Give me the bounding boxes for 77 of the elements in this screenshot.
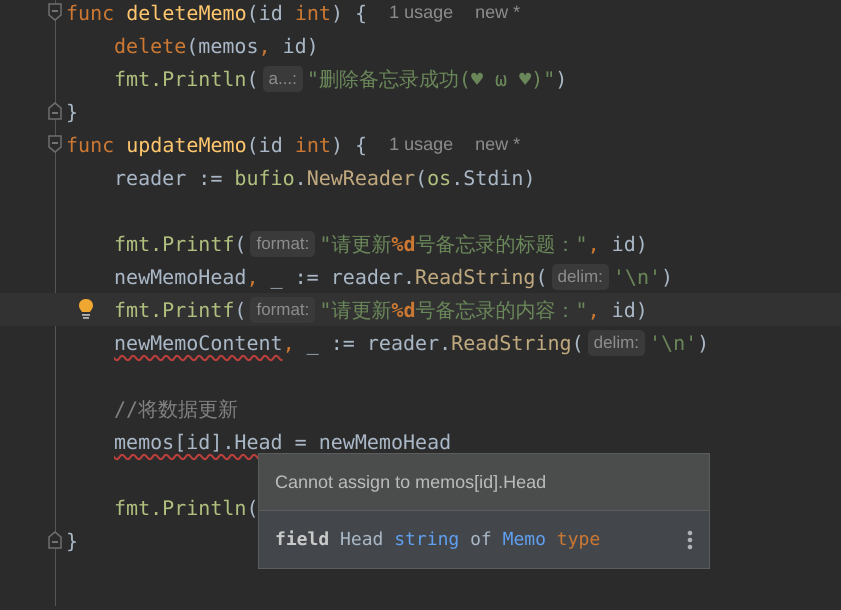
code-token: (id — [246, 132, 284, 158]
fold-icon[interactable] — [48, 135, 62, 153]
code-token: func — [66, 0, 116, 26]
code-token: ( — [234, 230, 246, 258]
code-token: '\n' — [612, 264, 662, 290]
code-token: reader := — [114, 164, 224, 192]
code-token: id) — [282, 32, 319, 60]
code-token: deleteMemo — [126, 0, 247, 26]
code-token: ) — [661, 264, 674, 290]
code-token: int — [294, 132, 331, 158]
inlay-hint: 1 usage — [389, 133, 454, 156]
parameter-hint: a...: — [262, 66, 303, 92]
code-token: NewReader — [306, 164, 416, 192]
code-token: .Stdin) — [451, 164, 536, 192]
code-token: , — [282, 330, 295, 356]
parameter-hint: format: — [250, 230, 316, 256]
code-token: 号备忘录的标题：" — [416, 230, 588, 258]
parameter-hint: delim: — [588, 330, 645, 356]
code-token: ReadString — [451, 330, 572, 356]
code-token: int — [294, 0, 331, 26]
code-token: , — [588, 230, 600, 258]
code-token: ReadString — [415, 264, 536, 290]
code-token: newMemoHead — [114, 264, 246, 290]
code-token: delete — [114, 32, 186, 60]
error-code-token: newMemoContent — [114, 330, 283, 356]
code-token: ) — [697, 330, 710, 356]
inlay-hint: 1 usage — [389, 1, 454, 24]
tooltip-title: Cannot assign to memos[id].Head — [259, 454, 709, 511]
code-token: "请更新 — [319, 230, 392, 258]
code-token: (id — [246, 0, 284, 26]
lightbulb-icon[interactable] — [78, 298, 94, 320]
code-token: id) — [610, 296, 648, 324]
code-token: ) { — [330, 132, 368, 158]
code-token: 号备忘录的内容：" — [416, 296, 588, 324]
error-code-token: memos[id].Head — [114, 428, 283, 456]
code-token: , — [258, 32, 271, 60]
code-token: ( — [535, 264, 548, 290]
code-token: fmt.Printf — [114, 296, 234, 324]
code-token: , — [246, 264, 258, 290]
code-token: _ := reader. — [270, 264, 416, 291]
code-token: _ := reader. — [306, 330, 452, 357]
code-token: } — [66, 528, 78, 554]
code-token: } — [66, 98, 78, 126]
code-token: id) — [610, 230, 648, 258]
code-token: "请更新 — [319, 296, 392, 324]
code-token: ) — [555, 66, 568, 92]
code-token: updateMemo — [126, 132, 247, 158]
code-token: func — [66, 132, 116, 158]
code-token: = newMemoHead — [294, 428, 452, 456]
code-token: ( — [246, 66, 258, 92]
fold-icon[interactable] — [48, 102, 62, 120]
code-token: "删除备忘录成功(♥ ω ♥)" — [306, 66, 556, 92]
tooltip-detail: field Head string of Memo type — [275, 528, 600, 552]
code-token: . — [294, 164, 307, 192]
parameter-hint: delim: — [552, 264, 609, 290]
code-token: %d — [391, 230, 416, 258]
code-token: fmt.Println — [114, 66, 246, 92]
more-options-icon[interactable] — [687, 530, 693, 550]
code-token: fmt.Printf — [114, 230, 234, 258]
code-token: //将数据更新 — [114, 396, 238, 422]
code-token: %d — [391, 296, 416, 324]
parameter-hint: format: — [250, 296, 316, 322]
inlay-hint: new * — [475, 1, 520, 24]
code-token: bufio — [234, 164, 295, 192]
code-token: ( — [415, 164, 428, 192]
inlay-hint: new * — [475, 133, 520, 156]
code-token: , — [588, 296, 600, 324]
fold-icon[interactable] — [48, 531, 62, 549]
code-token: ( — [572, 330, 584, 356]
code-token: '\n' — [649, 330, 698, 356]
code-token: ( — [234, 296, 246, 324]
fold-icon[interactable] — [48, 3, 62, 21]
code-token: (memos — [186, 32, 258, 60]
code-token: ) { — [330, 0, 368, 26]
code-token: ( — [246, 494, 258, 522]
code-token: os — [427, 164, 452, 192]
code-token: fmt.Println — [114, 494, 246, 522]
